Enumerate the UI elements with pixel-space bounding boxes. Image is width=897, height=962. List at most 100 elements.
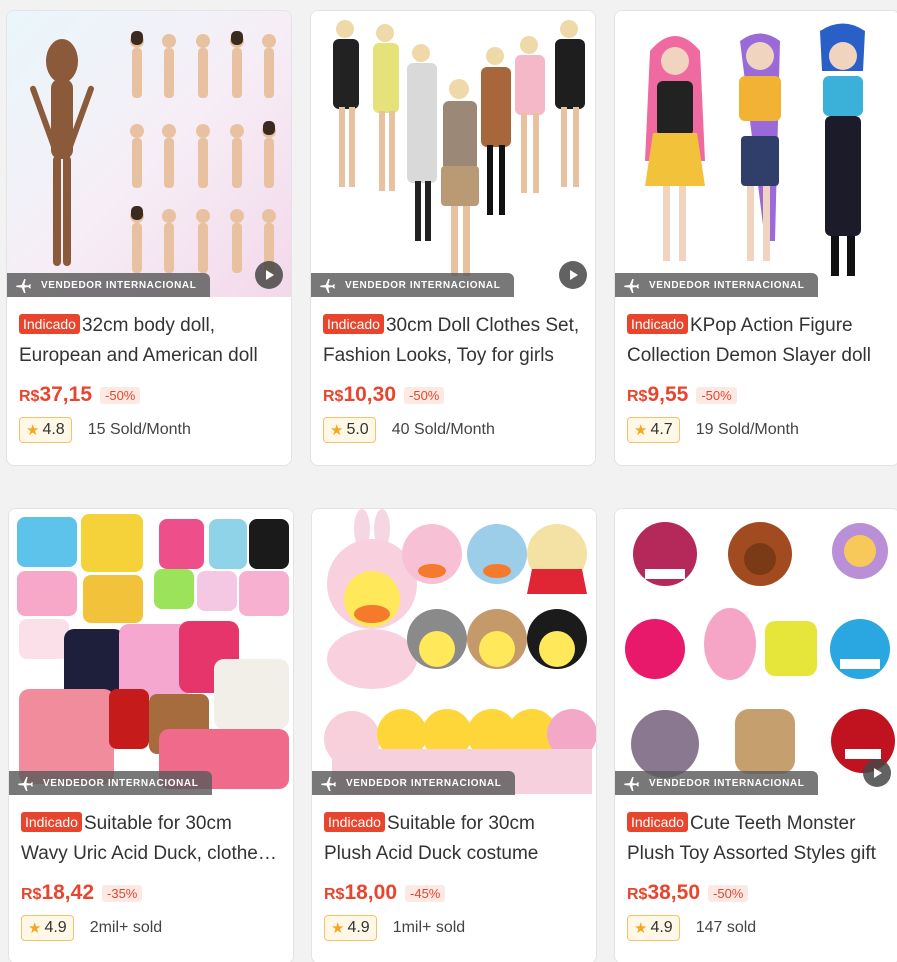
badge-label: VENDEDOR INTERNACIONAL	[649, 777, 805, 789]
currency-symbol: R$	[21, 886, 42, 903]
rating-badge: ★ 4.7	[627, 417, 680, 443]
dolls-thumbnail	[615, 11, 897, 297]
price-value: 10,30	[343, 383, 397, 406]
product-price: R$37,15	[19, 383, 92, 407]
international-seller-badge: VENDEDOR INTERNACIONAL	[615, 771, 819, 795]
product-card[interactable]: VENDEDOR INTERNACIONAL Indicado 32cm body…	[6, 10, 292, 466]
badge-label: VENDEDOR INTERNACIONAL	[41, 279, 197, 291]
discount-badge: -50%	[708, 884, 749, 902]
price-value: 18,42	[41, 881, 95, 904]
product-title[interactable]: Indicado 32cm body doll, European and Ame…	[19, 311, 279, 371]
price-value: 38,50	[647, 881, 701, 904]
star-icon: ★	[28, 920, 42, 937]
product-card[interactable]: VENDEDOR INTERNACIONAL Indicado KPop Acti…	[614, 10, 897, 466]
product-image[interactable]: VENDEDOR INTERNACIONAL	[312, 509, 596, 795]
recommended-tag: Indicado	[323, 314, 384, 334]
product-image[interactable]: VENDEDOR INTERNACIONAL	[615, 11, 897, 297]
play-icon	[570, 270, 578, 280]
international-seller-badge: VENDEDOR INTERNACIONAL	[7, 273, 211, 297]
play-icon	[266, 270, 274, 280]
airplane-icon	[16, 279, 31, 293]
product-image[interactable]: VENDEDOR INTERNACIONAL	[311, 11, 595, 297]
currency-symbol: R$	[324, 886, 345, 903]
airplane-icon	[624, 279, 639, 293]
airplane-icon	[18, 777, 33, 791]
international-seller-badge: VENDEDOR INTERNACIONAL	[312, 771, 516, 795]
product-title[interactable]: Indicado Suitable for 30cm Wavy Uric Acid…	[21, 809, 281, 869]
clothes-thumbnail	[9, 509, 293, 795]
monster-plush-thumbnail	[615, 509, 897, 795]
rating-value: 4.7	[650, 421, 673, 438]
recommended-tag: Indicado	[19, 314, 80, 334]
product-title[interactable]: Indicado Cute Teeth Monster Plush Toy Ass…	[627, 809, 887, 869]
rating-badge: ★ 4.9	[627, 915, 680, 941]
product-title[interactable]: Indicado 30cm Doll Clothes Set, Fashion L…	[323, 311, 583, 371]
international-seller-badge: VENDEDOR INTERNACIONAL	[311, 273, 515, 297]
rating-badge: ★ 4.9	[324, 915, 377, 941]
currency-symbol: R$	[627, 388, 648, 405]
international-seller-badge: VENDEDOR INTERNACIONAL	[9, 771, 213, 795]
product-image[interactable]: VENDEDOR INTERNACIONAL	[9, 509, 293, 795]
rating-value: 4.9	[650, 919, 673, 936]
video-play-button[interactable]	[559, 261, 587, 289]
rating-value: 5.0	[346, 421, 369, 438]
product-price: R$18,00	[324, 881, 397, 905]
star-icon: ★	[331, 920, 345, 937]
product-card[interactable]: VENDEDOR INTERNACIONAL Indicado Suitable …	[311, 508, 597, 962]
product-card[interactable]: VENDEDOR INTERNACIONAL Indicado Cute Teet…	[614, 508, 897, 962]
product-card[interactable]: VENDEDOR INTERNACIONAL Indicado 30cm Doll…	[310, 10, 596, 466]
dolls-thumbnail	[311, 11, 595, 297]
star-icon: ★	[634, 422, 648, 439]
rating-badge: ★ 4.9	[21, 915, 74, 941]
discount-badge: -45%	[405, 884, 446, 902]
product-price: R$10,30	[323, 383, 396, 407]
star-icon: ★	[330, 422, 344, 439]
recommended-tag: Indicado	[21, 812, 82, 832]
rating-value: 4.9	[347, 919, 370, 936]
rating-badge: ★ 4.8	[19, 417, 72, 443]
product-price: R$18,42	[21, 881, 94, 905]
discount-badge: -35%	[102, 884, 143, 902]
discount-badge: -50%	[696, 386, 737, 404]
recommended-tag: Indicado	[324, 812, 385, 832]
play-icon	[874, 768, 882, 778]
star-icon: ★	[634, 920, 648, 937]
sold-count: 19 Sold/Month	[695, 421, 799, 438]
sold-count: 40 Sold/Month	[391, 421, 495, 438]
currency-symbol: R$	[19, 388, 40, 405]
sold-count: 2mil+ sold	[89, 919, 163, 936]
price-value: 37,15	[39, 383, 93, 406]
recommended-tag: Indicado	[627, 314, 688, 334]
sold-count: 147 sold	[695, 919, 757, 936]
sold-count: 1mil+ sold	[392, 919, 466, 936]
video-play-button[interactable]	[255, 261, 283, 289]
price-value: 18,00	[344, 881, 398, 904]
currency-symbol: R$	[627, 886, 648, 903]
rating-value: 4.8	[42, 421, 65, 438]
product-title[interactable]: Indicado KPop Action Figure Collection De…	[627, 311, 887, 371]
video-play-button[interactable]	[863, 759, 891, 787]
rating-badge: ★ 5.0	[323, 417, 376, 443]
rating-value: 4.9	[44, 919, 67, 936]
product-price: R$38,50	[627, 881, 700, 905]
product-image[interactable]: VENDEDOR INTERNACIONAL	[7, 11, 291, 297]
recommended-tag: Indicado	[627, 812, 688, 832]
plush-ducks-thumbnail	[312, 509, 596, 795]
discount-badge: -50%	[404, 386, 445, 404]
badge-label: VENDEDOR INTERNACIONAL	[345, 279, 501, 291]
product-title[interactable]: Indicado Suitable for 30cm Plush Acid Duc…	[324, 809, 584, 869]
discount-badge: -50%	[100, 386, 141, 404]
product-grid: VENDEDOR INTERNACIONAL Indicado 32cm body…	[0, 0, 897, 962]
airplane-icon	[624, 777, 639, 791]
star-icon: ★	[26, 422, 40, 439]
badge-label: VENDEDOR INTERNACIONAL	[43, 777, 199, 789]
airplane-icon	[321, 777, 336, 791]
product-card[interactable]: VENDEDOR INTERNACIONAL Indicado Suitable …	[8, 508, 294, 962]
badge-label: VENDEDOR INTERNACIONAL	[346, 777, 502, 789]
sold-count: 15 Sold/Month	[87, 421, 191, 438]
airplane-icon	[320, 279, 335, 293]
price-value: 9,55	[647, 383, 689, 406]
international-seller-badge: VENDEDOR INTERNACIONAL	[615, 273, 819, 297]
product-image[interactable]: VENDEDOR INTERNACIONAL	[615, 509, 897, 795]
badge-label: VENDEDOR INTERNACIONAL	[649, 279, 805, 291]
